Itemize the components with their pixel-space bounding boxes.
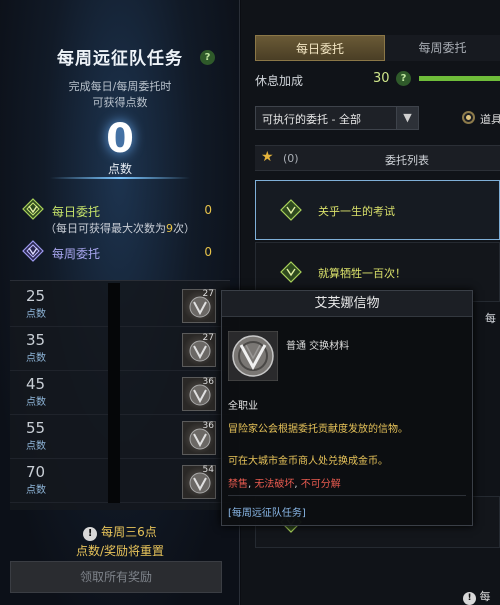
daily-mission-label: 每日委托: [52, 205, 101, 219]
bottom-notice-text: 每: [479, 590, 491, 603]
points-value: 0: [106, 116, 134, 162]
reward-count: 36: [202, 421, 214, 431]
tier-points: 55: [26, 419, 46, 437]
daily-limit-count: 9: [166, 222, 173, 235]
reward-tier: 45 点数 36: [10, 371, 230, 415]
filter-value: 可执行的委托 - 全部: [262, 113, 361, 126]
reward-tier: 35 点数 27: [10, 327, 230, 371]
tier-progress-bar: [108, 459, 120, 503]
daily-mission-row: 每日委托 0: [22, 198, 222, 220]
subtitle-line2: 可获得点数: [92, 96, 148, 109]
reward-count: 27: [202, 289, 214, 299]
daily-limit-note: （每日可获得最大次数为9次）: [0, 220, 240, 236]
item-grade: 普通 交换材料: [286, 341, 350, 352]
tier-unit: 点数: [26, 441, 46, 452]
tier-points: 70: [26, 463, 46, 481]
tier-reward-slot[interactable]: 27: [182, 289, 216, 323]
item-radio[interactable]: [462, 111, 475, 124]
daily-limit-suffix: 次）: [173, 222, 195, 235]
weekly-mission-value: 0: [204, 245, 212, 259]
tier-unit: 点数: [26, 353, 46, 364]
daily-limit-prefix: （每日可获得最大次数为: [45, 222, 166, 235]
reward-tier: 70 点数 54: [10, 459, 230, 503]
reset-notice-line2: 点数/奖励将重置: [75, 544, 165, 558]
daily-mission-value: 0: [204, 203, 212, 217]
token-icon: [189, 384, 211, 406]
tier-reward-slot[interactable]: 27: [182, 333, 216, 367]
tab-weekly[interactable]: 每周委托: [385, 35, 500, 61]
tab-daily[interactable]: 每日委托: [255, 35, 385, 61]
item-radio-label: 道具: [480, 113, 500, 126]
tier-unit: 点数: [26, 397, 46, 408]
item-description: 冒险家公会根据委托贡献度发放的信物。: [228, 424, 408, 435]
daily-emblem-icon: [22, 198, 44, 220]
item-source: [每周远征队任务]: [228, 508, 306, 519]
item-class: 全职业: [228, 401, 258, 412]
alert-icon: !: [463, 592, 476, 605]
tier-progress-bar: [108, 283, 120, 327]
tooltip-divider: [228, 495, 466, 496]
rest-bonus-bar: [419, 76, 500, 81]
divider: [50, 177, 190, 179]
tier-points: 35: [26, 331, 46, 349]
tier-progress-bar: [108, 415, 120, 459]
quest-item[interactable]: 关乎一生的考试: [255, 180, 500, 240]
tier-reward-slot[interactable]: 36: [182, 421, 216, 455]
bottom-notice: ! 每: [463, 588, 491, 605]
tooltip-title: 艾芙娜信物: [222, 291, 472, 317]
tier-progress-bar: [108, 327, 120, 371]
tier-unit: 点数: [26, 309, 46, 320]
quest-list-header: ★ (0) 委托列表: [255, 145, 500, 171]
help-icon[interactable]: ?: [200, 50, 215, 65]
token-icon: [189, 472, 211, 494]
subtitle-line1: 完成每日/每周委托时: [68, 80, 172, 93]
item-tooltip: 艾芙娜信物 普通 交换材料 全职业 冒险家公会根据委托贡献度发放的信物。 可在大…: [221, 290, 473, 526]
quest-title: 就算牺牲一百次！: [318, 267, 406, 280]
tier-points: 45: [26, 375, 46, 393]
weekly-mission-label: 每周委托: [52, 247, 101, 261]
star-icon[interactable]: ★: [261, 149, 274, 165]
token-icon: [189, 340, 211, 362]
restrict-no-sale: 禁售: [228, 479, 248, 490]
reset-notice-line1: 每周三6点: [101, 525, 157, 539]
reward-count: 27: [202, 333, 214, 343]
reward-count: 36: [202, 377, 214, 387]
rest-help-icon[interactable]: ?: [396, 71, 411, 86]
tier-progress-bar: [108, 371, 120, 415]
reward-tier: 55 点数 36: [10, 415, 230, 459]
reward-tier-list: 25 点数 27 35 点数 27 45 点数 36 55 点数 36 70 点…: [10, 280, 230, 510]
rest-bonus-value: 30: [373, 71, 390, 86]
tier-unit: 点数: [26, 485, 46, 496]
tier-reward-slot[interactable]: 54: [182, 465, 216, 499]
item-exchange-info: 可在大城市金币商人处兑换成金币。: [228, 456, 388, 467]
points-unit: 点数: [107, 162, 132, 176]
daily-quest-icon: [280, 261, 302, 283]
item-restrictions: 禁售, 无法破坏, 不可分解: [228, 479, 341, 490]
rest-bonus-label: 休息加成: [255, 74, 304, 88]
weekly-mission-row: 每周委托 0: [22, 240, 222, 262]
tier-reward-slot[interactable]: 36: [182, 377, 216, 411]
token-icon: [189, 428, 211, 450]
reward-tier: 25 点数 27: [10, 283, 230, 327]
expedition-panel: 每周远征队任务 ? 完成每日/每周委托时 可获得点数 0 点数 每日委托 0 （…: [0, 0, 240, 605]
quest-filter-select[interactable]: 可执行的委托 - 全部 ▼: [255, 106, 419, 130]
quest-title: 关乎一生的考试: [318, 205, 395, 218]
daily-quest-icon: [280, 199, 302, 221]
quest-tabs: 每日委托 每周委托: [255, 35, 500, 61]
token-icon: [228, 331, 278, 381]
alert-icon: !: [83, 527, 98, 541]
quest-list-title: 委托列表: [385, 154, 429, 167]
reward-count: 54: [202, 465, 214, 475]
restrict-no-dismantle: 不可分解: [300, 479, 341, 490]
favorite-count: (0): [283, 152, 299, 165]
tier-points: 25: [26, 287, 46, 305]
weekly-emblem-icon: [22, 240, 44, 262]
claim-all-button[interactable]: 领取所有奖励: [10, 561, 222, 593]
chevron-down-icon[interactable]: ▼: [396, 107, 418, 129]
clipped-edge-label: 每: [485, 312, 496, 325]
reset-notice: ! 每周三6点: [0, 523, 240, 541]
restrict-no-destroy: 无法破坏: [254, 479, 295, 490]
token-icon: [189, 296, 211, 318]
